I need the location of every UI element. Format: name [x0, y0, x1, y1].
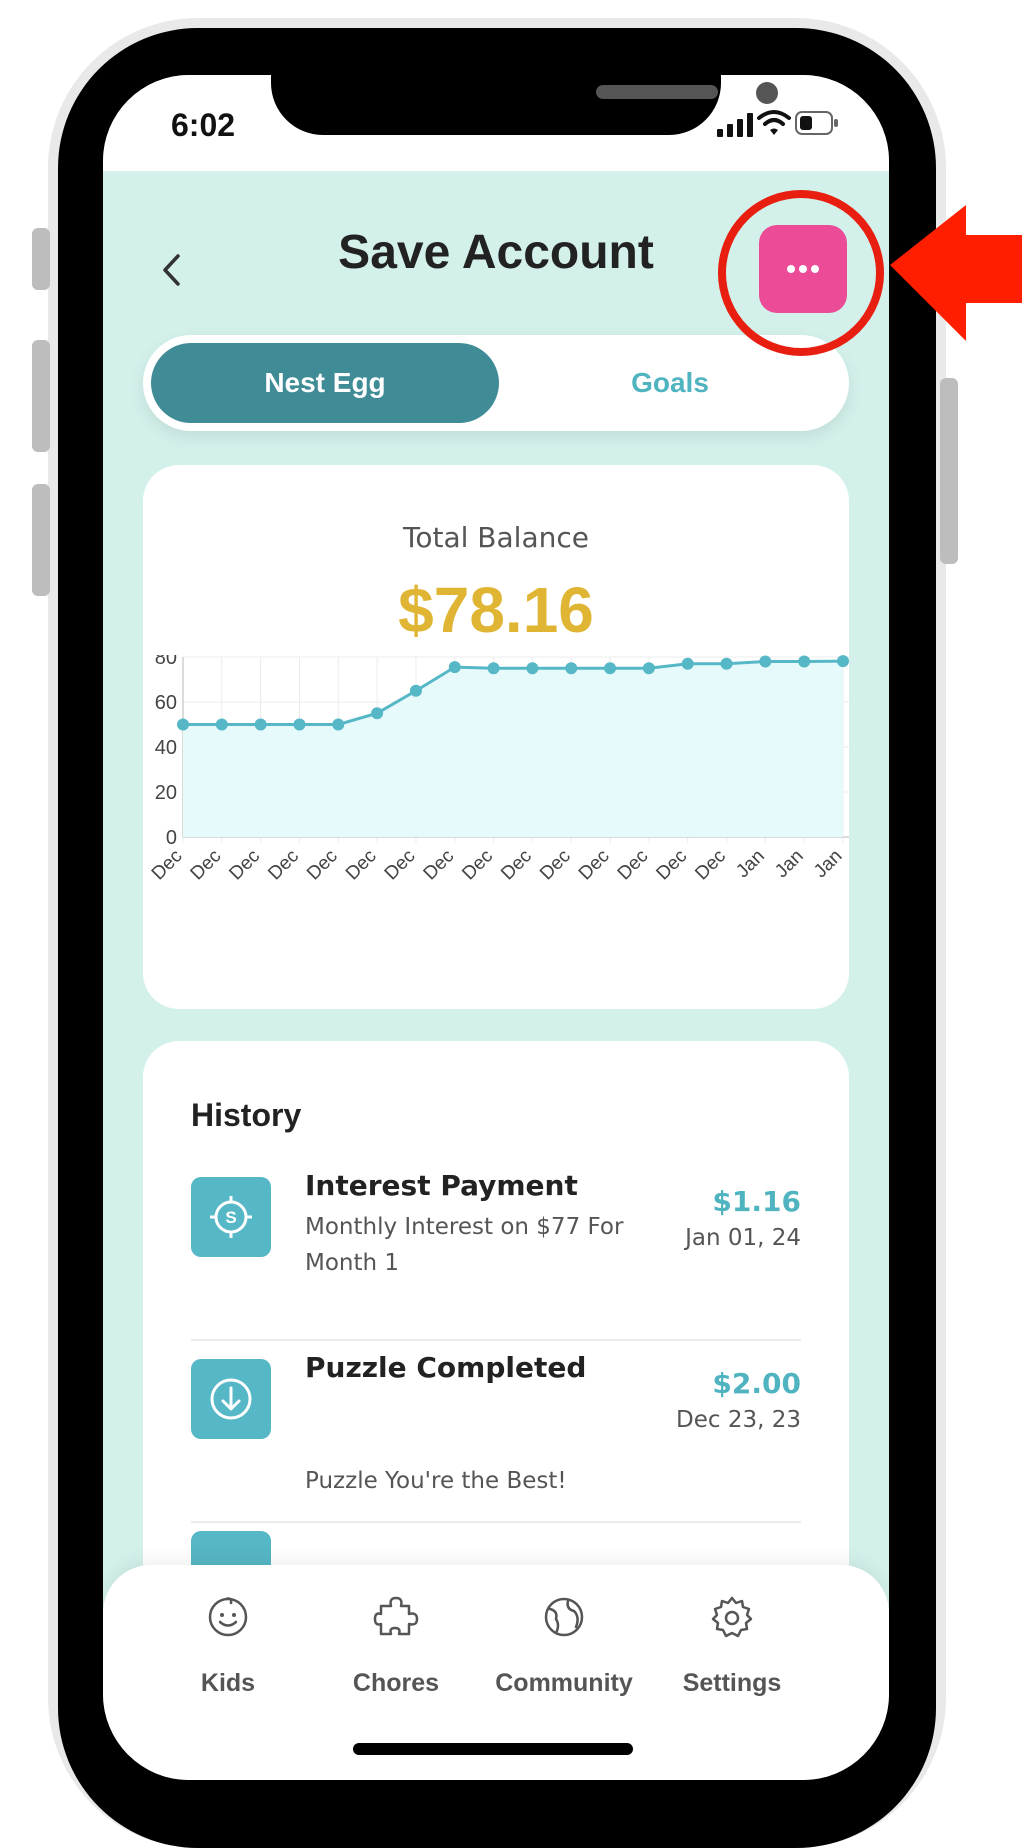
signal-icon [717, 113, 753, 137]
smiley-face-icon [143, 1587, 313, 1647]
divider [191, 1339, 801, 1341]
status-time: 6:02 [171, 107, 236, 143]
annotation-highlight-circle [718, 190, 884, 356]
history-item-amount: $2.00 [712, 1367, 801, 1400]
nav-settings[interactable]: Settings [647, 1587, 817, 1717]
wifi-icon [757, 110, 791, 135]
chart-point [642, 662, 655, 675]
back-button[interactable] [151, 250, 191, 290]
history-card: History S Interest Payment Monthly Inter… [143, 1041, 849, 1602]
divider [191, 1521, 801, 1523]
balance-label: Total Balance [403, 521, 589, 554]
download-circle-icon [210, 1378, 252, 1420]
x-tick-label: Dec [187, 846, 226, 885]
nav-label: Settings [682, 1669, 782, 1697]
history-item-amount: $1.16 [712, 1185, 801, 1218]
chart-point [371, 707, 384, 720]
target-coin-icon: S [210, 1196, 252, 1238]
globe-icon [479, 1587, 649, 1647]
history-item-icon [191, 1359, 271, 1439]
chart-point [254, 718, 267, 731]
gear-icon [647, 1587, 817, 1647]
chart-point [332, 718, 345, 731]
x-tick-label: Dec [225, 846, 264, 885]
chart-area [183, 661, 843, 837]
x-tick-label: Jan [732, 846, 769, 883]
history-item-date: Dec 23, 23 [676, 1407, 801, 1433]
history-item[interactable]: S Interest Payment Monthly Interest on $… [191, 1169, 801, 1341]
x-tick-label: Dec [575, 846, 614, 885]
history-item[interactable]: Puzzle Completed Puzzle You're the Best!… [191, 1351, 801, 1602]
chart-point [565, 662, 578, 675]
phone-power-button [940, 378, 958, 564]
chart-point [409, 684, 422, 697]
chart-point [759, 655, 772, 668]
history-item-icon: S [191, 1177, 271, 1257]
x-tick-label: Jan [810, 846, 847, 883]
x-tick-label: Dec [691, 846, 730, 885]
nav-label: Kids [200, 1669, 256, 1697]
y-tick-label: 80 [155, 655, 177, 669]
history-item-desc-line: Month 1 [305, 1250, 400, 1276]
status-bar: 6:02 [103, 75, 889, 171]
x-tick-label: Dec [264, 846, 303, 885]
phone-mute-switch [32, 228, 50, 290]
y-tick-label: 60 [155, 692, 177, 714]
x-tick-label: Dec [303, 846, 342, 885]
history-item-desc-line: Puzzle You're the Best! [305, 1468, 567, 1494]
tab-nest-egg[interactable]: Nest Egg [151, 343, 499, 423]
history-item-description: Monthly Interest on $77 For Month 1 [305, 1209, 655, 1281]
nav-kids[interactable]: Kids [143, 1587, 313, 1717]
nav-label: Community [495, 1669, 633, 1697]
chart-point [177, 718, 189, 731]
balance-value: $78.16 [398, 574, 594, 646]
history-item-desc-line: Monthly Interest on $77 For [305, 1214, 624, 1240]
x-tick-label: Dec [381, 846, 420, 885]
annotation-arrow-icon [890, 205, 1022, 341]
nav-community[interactable]: Community [479, 1587, 649, 1717]
chart-point [604, 662, 617, 675]
x-tick-label: Dec [342, 846, 381, 885]
x-tick-label: Dec [458, 846, 497, 885]
chart-point [798, 655, 811, 668]
x-tick-label: Dec [652, 846, 691, 885]
x-tick-label: Dec [614, 846, 653, 885]
x-tick-label: Jan [771, 846, 808, 883]
x-tick-label: Dec [536, 846, 575, 885]
phone-volume-up [32, 340, 50, 452]
chart-point [681, 657, 694, 670]
page-title: Save Account [338, 226, 654, 279]
y-tick-label: 20 [155, 782, 177, 804]
svg-text:S: S [225, 1208, 236, 1227]
chart-point [526, 662, 539, 675]
x-tick-label: Dec [420, 846, 459, 885]
phone-volume-down [32, 484, 50, 596]
puzzle-piece-icon [311, 1587, 481, 1647]
account-tabs: Nest Egg Goals [143, 335, 849, 431]
chart-point [720, 657, 733, 670]
chart-point [293, 718, 306, 731]
home-indicator [353, 1743, 633, 1755]
y-tick-label: 40 [155, 737, 177, 759]
notch [271, 75, 778, 135]
balance-chart: 020406080Dec Dec Dec Dec Dec Dec Dec Dec Dec Dec D… [148, 655, 849, 885]
x-tick-label: Dec [148, 846, 187, 885]
speaker-grille [596, 85, 718, 99]
history-item-title: Puzzle Completed [305, 1351, 587, 1384]
nav-label: Chores [352, 1669, 440, 1697]
history-item-date: Jan 01, 24 [685, 1225, 801, 1251]
chart-point [837, 655, 849, 668]
chart-point [487, 662, 500, 675]
battery-icon [795, 111, 838, 135]
x-tick-label: Dec [497, 846, 536, 885]
nav-chores[interactable]: Chores [311, 1587, 481, 1717]
balance-card: Total Balance $78.16 0 20 40 60 80 Dec Dec Dec D… [143, 465, 849, 1009]
chart-point [448, 661, 461, 674]
chevron-left-icon [163, 254, 180, 286]
front-camera [756, 82, 778, 104]
history-title: History [191, 1097, 302, 1133]
chart-point [215, 718, 228, 731]
history-item-title: Interest Payment [305, 1169, 578, 1202]
